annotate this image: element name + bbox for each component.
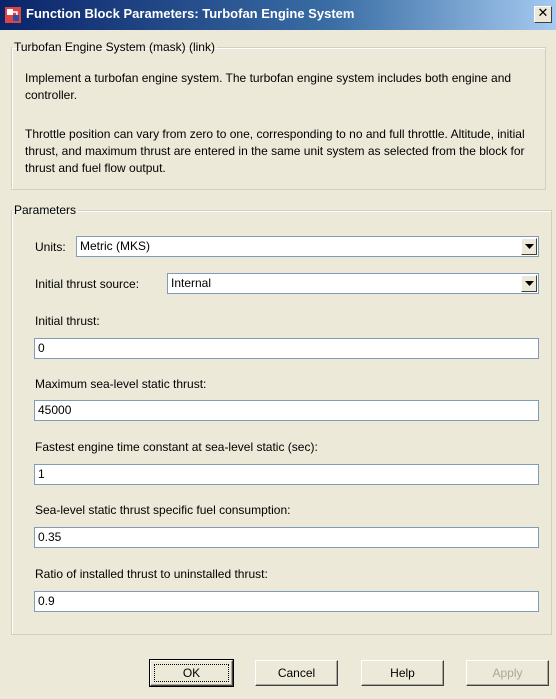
help-button-label: Help bbox=[390, 666, 415, 680]
tsfc-input[interactable]: 0.35 bbox=[34, 527, 539, 548]
time-constant-input[interactable]: 1 bbox=[34, 464, 539, 485]
dropdown-arrow-icon[interactable] bbox=[521, 275, 537, 292]
focus-rect bbox=[154, 664, 229, 682]
ratio-value: 0.9 bbox=[38, 594, 55, 608]
close-button[interactable]: ✕ bbox=[534, 6, 552, 23]
cancel-button-label: Cancel bbox=[277, 666, 316, 680]
apply-button[interactable]: Apply bbox=[466, 660, 549, 686]
simulink-block-icon bbox=[5, 7, 21, 23]
description-paragraph-2: Throttle position can vary from zero to … bbox=[25, 127, 525, 175]
max-thrust-input[interactable]: 45000 bbox=[34, 400, 539, 421]
thrust-source-value: Internal bbox=[171, 276, 212, 290]
cancel-button[interactable]: Cancel bbox=[255, 660, 338, 686]
thrust-source-label: Initial thrust source: bbox=[35, 277, 140, 291]
units-dropdown[interactable]: Metric (MKS) bbox=[76, 236, 539, 257]
units-value: Metric (MKS) bbox=[80, 239, 150, 253]
help-button[interactable]: Help bbox=[361, 660, 444, 686]
thrust-source-dropdown[interactable]: Internal bbox=[167, 273, 539, 294]
description-paragraph-1: Implement a turbofan engine system. The … bbox=[25, 71, 512, 102]
time-constant-value: 1 bbox=[38, 467, 45, 481]
parameters-group-legend: Parameters bbox=[14, 203, 77, 217]
window-title: Function Block Parameters: Turbofan Engi… bbox=[26, 6, 355, 21]
apply-button-label: Apply bbox=[492, 666, 523, 680]
ratio-input[interactable]: 0.9 bbox=[34, 591, 539, 612]
ok-button[interactable]: OK bbox=[149, 659, 234, 687]
units-label: Units: bbox=[35, 240, 66, 254]
ratio-label: Ratio of installed thrust to uninstalled… bbox=[35, 567, 268, 581]
dialog-window: Function Block Parameters: Turbofan Engi… bbox=[0, 0, 556, 699]
close-icon: ✕ bbox=[537, 6, 549, 21]
max-thrust-value: 45000 bbox=[38, 403, 72, 417]
initial-thrust-label: Initial thrust: bbox=[35, 314, 100, 328]
title-bar[interactable]: Function Block Parameters: Turbofan Engi… bbox=[0, 0, 556, 30]
time-constant-label: Fastest engine time constant at sea-leve… bbox=[35, 440, 318, 454]
max-thrust-label: Maximum sea-level static thrust: bbox=[35, 377, 207, 391]
initial-thrust-input[interactable]: 0 bbox=[34, 338, 539, 359]
description-group-legend: Turbofan Engine System (mask) (link) bbox=[14, 40, 215, 54]
dropdown-arrow-icon[interactable] bbox=[521, 238, 537, 255]
initial-thrust-value: 0 bbox=[38, 341, 45, 355]
tsfc-label: Sea-level static thrust specific fuel co… bbox=[35, 503, 291, 517]
tsfc-value: 0.35 bbox=[38, 530, 62, 544]
